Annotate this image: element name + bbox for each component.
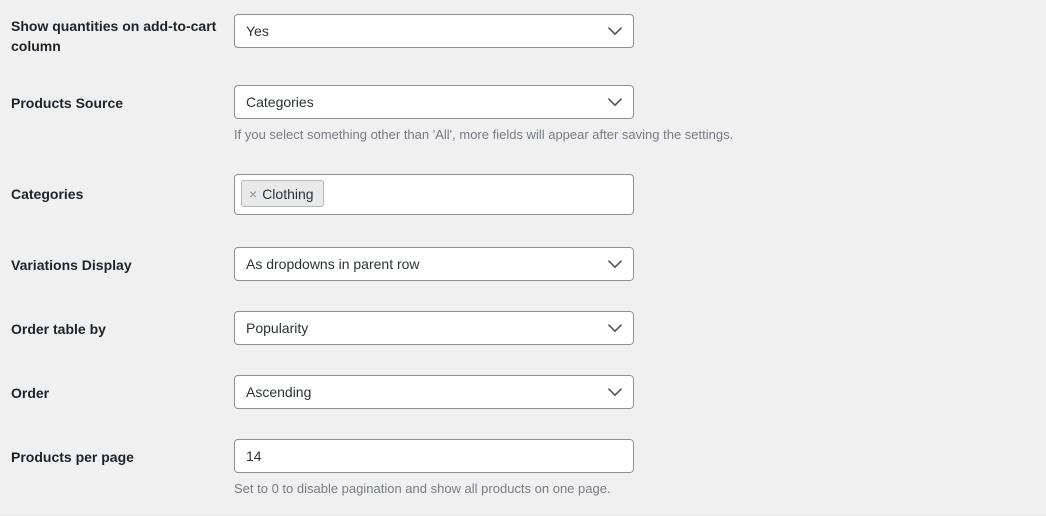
- select-show-quantities[interactable]: Yes: [234, 14, 634, 48]
- hint-products-source: If you select something other than 'All'…: [234, 127, 734, 142]
- hint-products-per-page: Set to 0 to disable pagination and show …: [234, 481, 611, 496]
- select-order-table-by-value: Popularity: [246, 320, 309, 336]
- field-row-order: Order Ascending: [0, 375, 1046, 409]
- field-row-products-per-page: Products per page 14 Set to 0 to disable…: [0, 439, 1046, 498]
- field-row-variations-display: Variations Display As dropdowns in paren…: [0, 247, 1046, 281]
- control-products-per-page: 14 Set to 0 to disable pagination and sh…: [234, 439, 634, 498]
- input-products-per-page-value: 14: [246, 448, 262, 464]
- label-order: Order: [11, 385, 50, 401]
- multiselect-categories[interactable]: × Clothing: [234, 174, 634, 215]
- select-order[interactable]: Ascending: [234, 375, 634, 409]
- label-products-source: Products Source: [11, 95, 124, 111]
- select-order-table-by[interactable]: Popularity: [234, 311, 634, 345]
- control-categories: × Clothing: [234, 174, 634, 215]
- field-row-order-table-by: Order table by Popularity: [0, 311, 1046, 345]
- category-token-label: Clothing: [262, 185, 314, 202]
- category-token-list: × Clothing: [241, 180, 627, 207]
- label-categories: Categories: [11, 186, 84, 202]
- select-products-source-value: Categories: [246, 94, 314, 110]
- select-variations-display[interactable]: As dropdowns in parent row: [234, 247, 634, 281]
- category-token[interactable]: × Clothing: [241, 180, 324, 207]
- control-order: Ascending: [234, 375, 634, 409]
- field-row-categories: Categories × Clothing: [0, 174, 1046, 215]
- select-products-source[interactable]: Categories: [234, 85, 634, 119]
- control-variations-display: As dropdowns in parent row: [234, 247, 634, 281]
- product-table-settings-form: Show quantities on add-to-cart column Ye…: [0, 0, 1046, 516]
- select-variations-display-value: As dropdowns in parent row: [246, 256, 420, 272]
- control-show-quantities: Yes: [234, 14, 634, 48]
- field-row-show-quantities: Show quantities on add-to-cart column Ye…: [0, 14, 1046, 57]
- label-products-per-page: Products per page: [11, 449, 134, 465]
- label-variations-display: Variations Display: [11, 257, 132, 273]
- label-order-table-by: Order table by: [11, 321, 106, 337]
- select-order-value: Ascending: [246, 384, 312, 400]
- close-icon[interactable]: ×: [249, 187, 257, 201]
- control-products-source: Categories If you select something other…: [234, 85, 734, 144]
- input-products-per-page[interactable]: 14: [234, 439, 634, 473]
- field-row-products-source: Products Source Categories If you select…: [0, 85, 1046, 144]
- label-show-quantities: Show quantities on add-to-cart column: [11, 18, 217, 55]
- control-order-table-by: Popularity: [234, 311, 634, 345]
- select-show-quantities-value: Yes: [246, 23, 269, 39]
